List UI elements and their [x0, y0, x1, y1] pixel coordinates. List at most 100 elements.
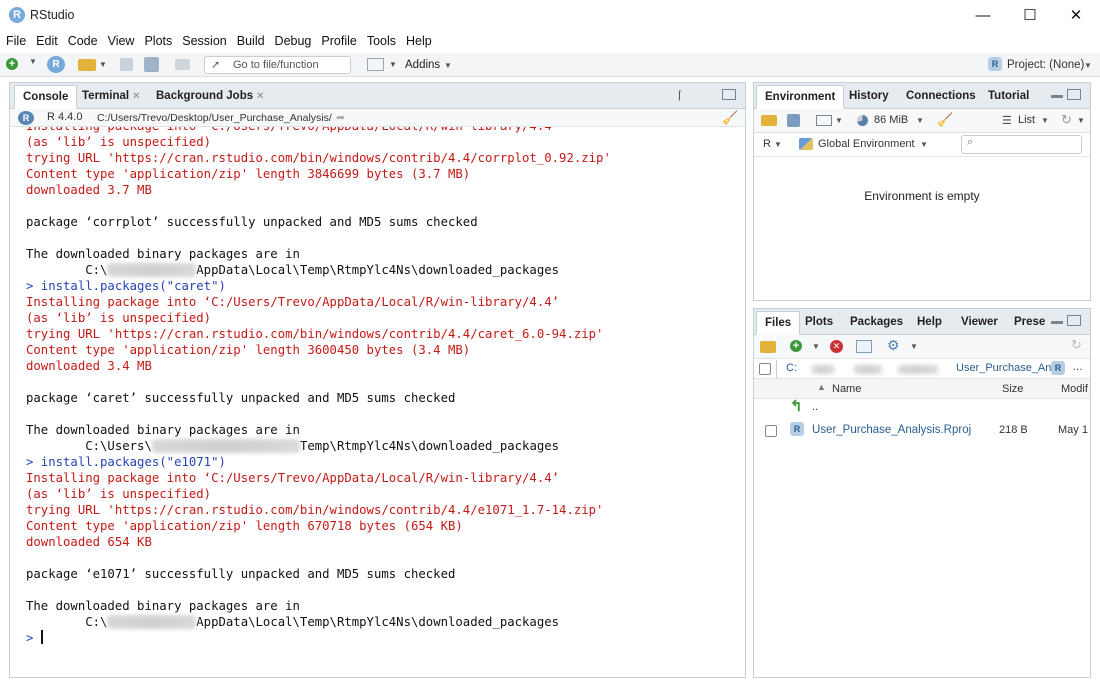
tab-history[interactable]: History: [841, 85, 897, 109]
tab-console[interactable]: Console: [14, 85, 78, 109]
clear-workspace-icon[interactable]: 🧹: [937, 112, 953, 128]
file-checkbox[interactable]: [765, 425, 777, 437]
language-select[interactable]: R: [763, 138, 771, 150]
more-gear-icon[interactable]: ⚙: [887, 337, 900, 354]
tab-presentation[interactable]: Prese: [1006, 311, 1053, 335]
select-all-checkbox[interactable]: [759, 363, 771, 375]
project-menu[interactable]: Project: (None): [1007, 59, 1084, 71]
import-dataset-icon[interactable]: [816, 115, 832, 126]
breadcrumb-redacted-1[interactable]: [812, 365, 834, 374]
col-name-header[interactable]: Name: [832, 383, 861, 395]
console-line-text: package ‘caret’ successfully unpacked an…: [26, 391, 456, 405]
console-output[interactable]: Installing package into 'C:/Users/Trevo/…: [10, 127, 745, 675]
tab-help[interactable]: Help: [909, 311, 950, 335]
new-project-icon[interactable]: R: [47, 56, 65, 73]
new-blank-file-dropdown-icon[interactable]: ▼: [812, 342, 820, 351]
tab-plots[interactable]: Plots: [797, 311, 841, 335]
breadcrumb-redacted-3[interactable]: [898, 365, 938, 374]
delete-icon[interactable]: ✕: [830, 340, 843, 353]
project-dir-icon[interactable]: R: [1051, 361, 1065, 375]
breadcrumb-current[interactable]: User_Purchase_Ana: [956, 362, 1058, 374]
close-tab-icon[interactable]: ✕: [256, 91, 264, 102]
maximize-pane-icon[interactable]: [1067, 89, 1081, 100]
new-folder-icon[interactable]: [760, 341, 776, 353]
menu-session[interactable]: Session: [182, 34, 226, 48]
redacted-username: users\Trevo\: [107, 263, 197, 277]
language-dropdown-icon[interactable]: ▼: [774, 140, 782, 149]
go-to-source-icon[interactable]: ⌈: [678, 89, 682, 102]
save-icon[interactable]: [120, 58, 133, 71]
memory-usage-label[interactable]: 86 MiB: [874, 114, 908, 126]
file-size: 218 B: [999, 424, 1028, 436]
menu-profile[interactable]: Profile: [321, 34, 356, 48]
maximize-button[interactable]: ☐: [1007, 0, 1053, 30]
parent-dir-row[interactable]: ↰ ..: [754, 397, 1090, 419]
tab-environment[interactable]: Environment: [756, 85, 845, 109]
more-dropdown-icon[interactable]: ▼: [910, 342, 918, 351]
environment-scope-select[interactable]: Global Environment: [818, 138, 915, 150]
save-all-icon[interactable]: [144, 57, 159, 72]
print-icon[interactable]: [175, 59, 190, 70]
menu-help[interactable]: Help: [406, 34, 432, 48]
tab-packages[interactable]: Packages: [842, 311, 911, 335]
new-blank-file-icon[interactable]: +: [790, 340, 802, 352]
tab-viewer[interactable]: Viewer: [953, 311, 1006, 335]
project-dropdown-icon[interactable]: ▼: [1084, 61, 1092, 70]
close-button[interactable]: ✕: [1053, 0, 1099, 30]
col-size-header[interactable]: Size: [1002, 383, 1023, 395]
memory-dropdown-icon[interactable]: ▼: [916, 116, 924, 125]
col-modified-header[interactable]: Modif: [1061, 383, 1088, 395]
menu-edit[interactable]: Edit: [36, 34, 58, 48]
scope-dropdown-icon[interactable]: ▼: [920, 140, 928, 149]
up-arrow-icon[interactable]: ↰: [790, 397, 803, 415]
view-mode-select[interactable]: List: [1018, 114, 1035, 126]
new-file-icon[interactable]: +: [6, 58, 18, 70]
save-workspace-icon[interactable]: [787, 114, 800, 127]
menu-view[interactable]: View: [108, 34, 135, 48]
tab-files[interactable]: Files: [756, 311, 801, 335]
rename-icon[interactable]: [856, 340, 872, 353]
menu-file[interactable]: File: [6, 34, 26, 48]
import-dropdown-icon[interactable]: ▼: [835, 116, 843, 125]
view-mode-dropdown-icon[interactable]: ▼: [1041, 116, 1049, 125]
environment-search-input[interactable]: [961, 135, 1082, 154]
file-row[interactable]: R User_Purchase_Analysis.Rproj 218 B May…: [754, 421, 1090, 441]
tab-history-label: History: [849, 90, 889, 102]
minimize-button[interactable]: —: [960, 0, 1006, 30]
environment-toolbar: ▼ 86 MiB ▼ 🧹 ☰ List ▼ ↻ ▼: [754, 109, 1090, 133]
close-tab-icon[interactable]: ✕: [132, 91, 140, 102]
maximize-pane-icon[interactable]: [722, 89, 736, 100]
menu-build[interactable]: Build: [237, 34, 265, 48]
tab-environment-label: Environment: [765, 91, 836, 103]
open-file-dropdown-icon[interactable]: ▼: [99, 60, 107, 69]
parent-dir-label[interactable]: ..: [812, 401, 818, 413]
more-path-icon[interactable]: …: [1072, 361, 1083, 373]
maximize-pane-icon[interactable]: [1067, 315, 1081, 326]
menu-code[interactable]: Code: [68, 34, 98, 48]
refresh-icon[interactable]: ↻: [1061, 112, 1072, 128]
tab-terminal[interactable]: Terminal ✕: [74, 85, 148, 109]
menu-tools[interactable]: Tools: [367, 34, 396, 48]
breadcrumb-redacted-2[interactable]: [854, 365, 882, 374]
addins-dropdown-icon[interactable]: ▼: [444, 61, 452, 70]
file-name-link[interactable]: User_Purchase_Analysis.Rproj: [812, 424, 971, 436]
go-to-dir-icon[interactable]: ➦: [336, 111, 345, 124]
load-workspace-icon[interactable]: [761, 115, 777, 126]
menu-plots[interactable]: Plots: [144, 34, 172, 48]
workspace-panes-icon[interactable]: [367, 58, 384, 71]
goto-file-input[interactable]: Go to file/function: [204, 56, 351, 74]
breadcrumb-root[interactable]: C:: [786, 362, 797, 374]
menu-debug[interactable]: Debug: [275, 34, 312, 48]
minimize-pane-icon[interactable]: [1051, 95, 1063, 98]
tab-background-jobs[interactable]: Background Jobs ✕: [148, 85, 273, 109]
clear-console-icon[interactable]: 🧹: [722, 110, 738, 126]
addins-menu[interactable]: Addins: [405, 59, 440, 71]
refresh-files-icon[interactable]: ↻: [1071, 337, 1082, 353]
open-file-icon[interactable]: [78, 59, 96, 71]
new-file-dropdown-icon[interactable]: ▼: [29, 57, 37, 66]
tab-tutorial[interactable]: Tutorial: [980, 85, 1037, 109]
minimize-pane-icon[interactable]: [1051, 321, 1063, 324]
panes-dropdown-icon[interactable]: ▼: [389, 60, 397, 69]
refresh-dropdown-icon[interactable]: ▼: [1077, 116, 1085, 125]
tab-connections[interactable]: Connections: [898, 85, 984, 109]
